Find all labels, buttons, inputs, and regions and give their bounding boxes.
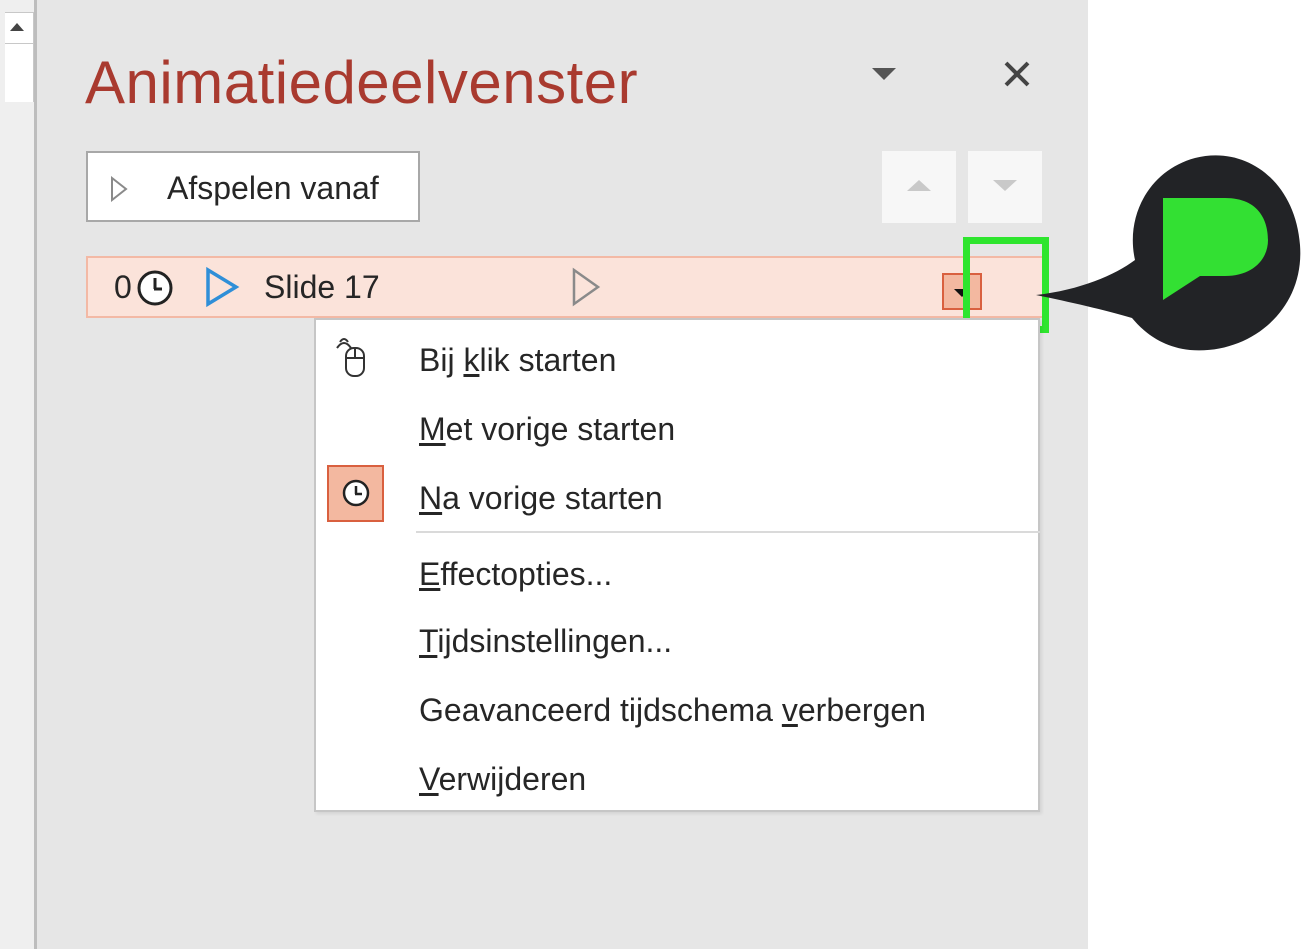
- menu-item-start-on-click[interactable]: Bij klik starten: [316, 328, 1038, 388]
- menu-item-start-after-previous[interactable]: Na vorige starten: [316, 466, 1038, 526]
- menu-item-remove[interactable]: Verwijderen: [316, 747, 1038, 807]
- brand-logo-icon: [1036, 155, 1301, 351]
- move-up-icon: [907, 180, 931, 191]
- mouse-click-icon: [336, 338, 365, 377]
- menu-item-hide-advanced-timeline[interactable]: Geavanceerd tijdschema verbergen: [316, 678, 1038, 738]
- menu-item-label: Verwijderen: [419, 761, 587, 797]
- clock-icon: [137, 270, 173, 306]
- scroll-up-button[interactable]: [5, 12, 34, 44]
- blue-play-icon: [206, 266, 240, 308]
- dropdown-triangle-icon[interactable]: [872, 64, 896, 82]
- pane-divider: [34, 0, 37, 949]
- play-from-label: Afspelen vanaf: [167, 170, 379, 206]
- animation-list-item[interactable]: 0 Slide 17: [86, 256, 1044, 318]
- move-up-button[interactable]: [882, 151, 956, 223]
- scrollbar-thumb[interactable]: [5, 44, 34, 102]
- menu-item-label: Tijdsinstellingen...: [419, 623, 673, 659]
- close-icon[interactable]: [1000, 57, 1034, 91]
- menu-item-label: Met vorige starten: [419, 411, 676, 447]
- menu-item-effect-options[interactable]: Effectopties...: [316, 542, 1038, 602]
- menu-item-start-with-previous[interactable]: Met vorige starten: [316, 397, 1038, 457]
- outline-play-icon: [572, 267, 601, 307]
- menu-separator: [416, 531, 1040, 533]
- menu-item-label: Effectopties...: [419, 556, 613, 592]
- scrollbar-track[interactable]: [0, 0, 34, 949]
- animation-order-number: 0: [114, 269, 132, 305]
- menu-item-label: Geavanceerd tijdschema verbergen: [419, 692, 926, 728]
- move-down-icon: [993, 180, 1017, 191]
- animation-name: Slide 17: [264, 269, 380, 305]
- play-from-button[interactable]: Afspelen vanaf: [86, 151, 420, 222]
- pane-title: Animatiedeelvenster: [85, 49, 639, 116]
- menu-item-label: Na vorige starten: [419, 480, 663, 516]
- play-triangle-icon: [111, 176, 128, 202]
- menu-item-timing[interactable]: Tijdsinstellingen...: [316, 609, 1038, 669]
- context-menu: Bij klik starten Met vorige starten Na v…: [314, 318, 1040, 812]
- menu-item-label: Bij klik starten: [419, 342, 617, 378]
- left-scrollbar[interactable]: [0, 0, 40, 949]
